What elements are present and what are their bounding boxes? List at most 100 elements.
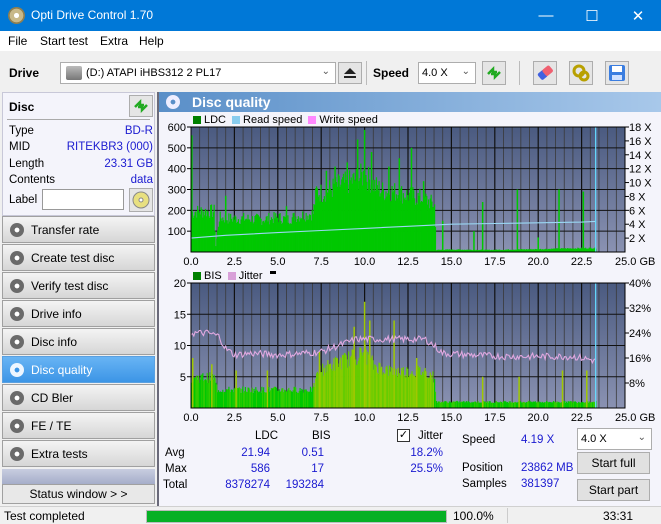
window-title: Opti Drive Control 1.70 [31,8,154,22]
nav-label: Extra tests [31,447,88,461]
x-tick-label: 10.0 [354,256,375,268]
disc-header: Disc [9,100,35,114]
ldc-chart: 100 200 300 400 500 600 2 X 4 X 6 X 8 X10 X 12 X 14… [168,122,656,268]
y-tick-label: 200 [168,205,186,217]
ldc-bar [434,227,437,252]
menu-bar: File Start test Extra Help [0,31,661,51]
jitter-swatch [227,272,236,280]
nav-cd-bler[interactable]: CD Bler [2,384,155,411]
y-tick-label: 300 [168,185,186,197]
x-tick-label: 7.5 [314,256,329,268]
transfer-rate-icon [10,223,24,237]
disc-label-button[interactable] [129,188,153,212]
cd-bler-icon [10,391,24,405]
chevron-down-icon: ⌄ [461,66,470,77]
menu-file[interactable]: File [8,34,27,48]
nav-create-test-disc[interactable]: Create test disc [2,244,155,271]
minimize-button[interactable]: — [523,0,569,31]
stats-total-bis: 193284 [285,479,324,491]
nav-extra-tests[interactable]: Extra tests [2,440,155,467]
disc-quality-panel: Disc quality 100 200 300 400 500 600 2 X 4 X 6 X… [157,92,661,506]
settings-button[interactable] [569,61,593,85]
nav-transfer-rate[interactable]: Transfer rate [2,216,155,243]
bis-swatch [193,272,201,280]
disc-label-label: Label [9,194,38,206]
test-speed-select[interactable]: 4.0 X ⌄ [577,428,652,450]
legend-read-speed: Read speed [243,114,303,126]
speed-readout-value: 4.19 X [521,434,555,446]
legend-bis: BIS [204,270,222,282]
test-speed-value: 4.0 X [581,433,607,445]
x-tick-label: 17.5 [484,256,505,268]
start-part-button[interactable]: Start part [577,479,650,501]
drive-label: Drive [9,66,40,80]
x-tick-label: 20.0 [527,412,548,424]
nav-drive-info[interactable]: Drive info [2,300,155,327]
y-tick-label: 500 [168,143,186,155]
y2-tick-label: 40% [629,278,651,290]
start-full-button[interactable]: Start full [577,452,650,474]
disc-contents-value: data [130,174,153,186]
x-tick-label: 0.0 [183,412,198,424]
speed-select[interactable]: 4.0 X ⌄ [418,62,476,84]
bis-jitter-chart: 5 10 15 20 8% 16% 24% 32% 40% 0.0 2.5 5.0 7.5 10.0 12.… [174,278,656,424]
status-window-button[interactable]: Status window > > [2,484,155,504]
disc-info-icon [10,335,24,349]
x-tick-label: 15.0 [441,256,462,268]
y2-tick-label: 6 X [629,205,646,217]
y2-tick-label: 2 X [629,233,646,245]
y-tick-label: 400 [168,164,186,176]
save-button[interactable] [605,61,629,85]
save-icon [609,65,625,81]
y-tick-label: 10 [174,341,186,353]
legend-marker [269,270,276,274]
refresh-button[interactable] [482,61,506,85]
close-button[interactable]: ✕ [615,0,661,31]
x-tick-label: 0.0 [183,256,198,268]
disc-label-input[interactable] [42,189,124,210]
stats-avg-bis: 0.51 [301,447,324,459]
legend-ldc: LDC [204,114,227,126]
stats-total-ldc: 8378274 [225,479,270,491]
nav-fe-te[interactable]: FE / TE [2,412,155,439]
drive-select[interactable]: (D:) ATAPI iHBS312 2 PL17 ⌄ [60,62,336,84]
panel-title: Disc quality [192,94,271,110]
x-tick-label: 2.5 [227,256,242,268]
menu-extra[interactable]: Extra [100,34,128,48]
nav-label: Create test disc [31,251,115,265]
menu-help[interactable]: Help [139,34,164,48]
menu-start-test[interactable]: Start test [40,34,88,48]
x-tick-label: 2.5 [227,412,242,424]
y2-tick-label: 10 X [629,178,652,190]
app-icon [8,7,25,24]
stats-max-ldc: 586 [250,463,270,475]
x-tick-label: 12.5 [397,412,418,424]
drive-value: (D:) ATAPI iHBS312 2 PL17 [86,67,222,79]
nav-label: Disc info [31,335,78,349]
stats-avg-ldc: 21.94 [241,447,270,459]
disc-type-row: Type BD-R [9,125,153,137]
samples-label: Samples [462,478,507,490]
panel-header: Disc quality [159,92,661,112]
x-tick-label: 20.0 [527,256,548,268]
eject-button[interactable] [338,62,362,84]
nav-disc-info[interactable]: Disc info [2,328,155,355]
y2-tick-label: 8% [629,378,645,390]
nav-disc-quality[interactable]: Disc quality [2,356,155,383]
disc-mid-row: MID RITEKBR3 (000) [9,141,153,153]
left-panel: Disc Type BD-R MID RITEKBR3 (000) Length 23… [0,92,157,506]
status-text: Test completed [4,509,85,523]
disc-refresh-button[interactable] [129,95,153,117]
x-tick-label: 10.0 [354,412,375,424]
ldc-legend: LDC Read speed Write speed [193,114,378,126]
y-tick-label: 5 [180,372,186,384]
disc-quality-icon [166,95,180,109]
nav-verify-test-disc[interactable]: Verify test disc [2,272,155,299]
create-test-disc-icon [10,251,24,265]
stats-header-bis: BIS [312,430,331,442]
eject-icon [344,68,356,78]
maximize-button[interactable]: ☐ [569,0,615,31]
erase-button[interactable] [533,61,557,85]
jitter-checkbox[interactable]: ✓ [397,429,410,442]
chevron-down-icon: ⌄ [321,66,330,77]
